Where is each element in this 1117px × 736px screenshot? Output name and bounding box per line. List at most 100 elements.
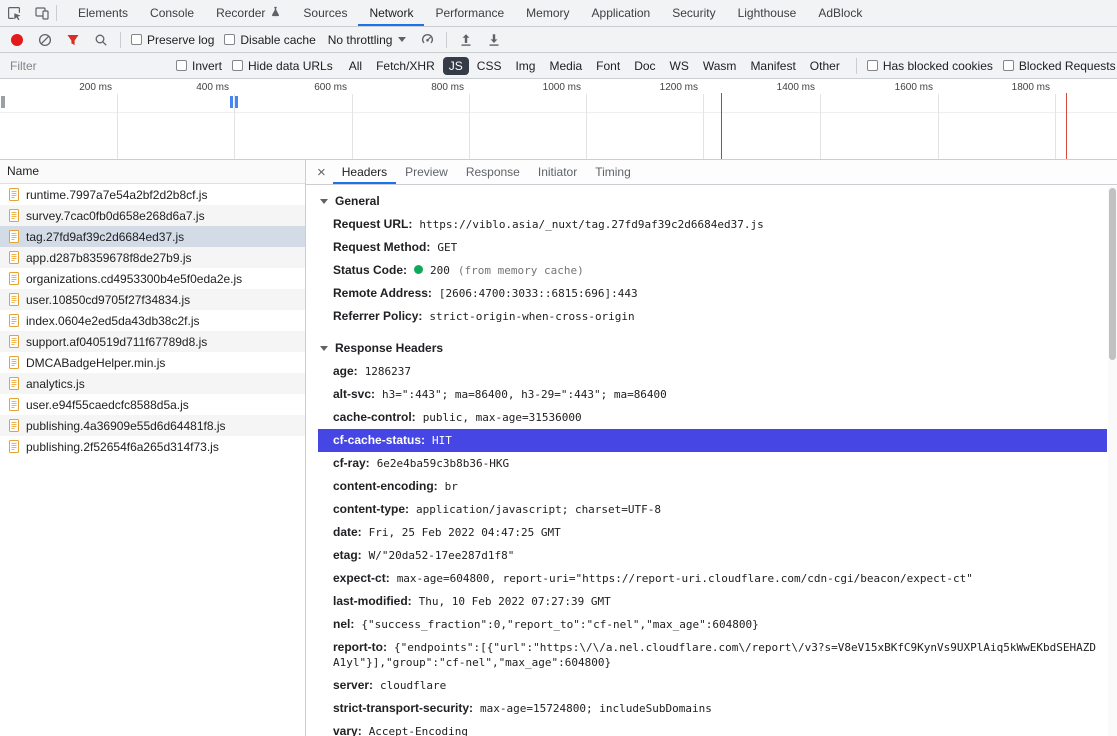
request-row[interactable]: app.d287b8359678f8de27b9.js [0,247,305,268]
vertical-scrollbar[interactable] [1108,186,1117,736]
timeline-divider [0,112,1117,113]
filter-input[interactable] [8,58,166,74]
tab-console[interactable]: Console [139,0,205,26]
has-blocked-cookies-checkbox[interactable]: Has blocked cookies [867,59,993,73]
details-tabs: Headers Preview Response Initiator Timin… [333,160,640,184]
header-name: report-to: [333,640,387,654]
filter-type-fetch-xhr[interactable]: Fetch/XHR [370,57,441,75]
request-rows: runtime.7997a7e54a2bf2d2b8cf.js survey.7… [0,184,305,457]
js-file-icon [8,230,20,243]
blocked-requests-checkbox[interactable]: Blocked Requests [1003,59,1116,73]
devtools-tab-label: Security [672,6,715,20]
filter-type-wasm[interactable]: Wasm [697,57,743,75]
devtools-tab-label: Sources [303,6,347,20]
device-toolbar-icon [34,5,50,21]
record-button[interactable] [8,31,26,49]
header-value: max-age=604800, report-uri="https://repo… [397,572,973,585]
tab-adblock[interactable]: AdBlock [807,0,873,26]
request-row[interactable]: user.10850cd9705f27f34834.js [0,289,305,310]
tab-network[interactable]: Network [358,0,424,26]
timeline-tick-label: 1600 ms [895,82,938,93]
scrollbar-thumb[interactable] [1109,188,1116,360]
header-row-cf-cache-status: cf-cache-status:HIT [318,429,1107,452]
filter-type-font[interactable]: Font [590,57,626,75]
request-row[interactable]: user.e94f55caedcfc8588d5a.js [0,394,305,415]
network-conditions-button[interactable] [418,31,436,49]
header-value: GET [437,241,457,254]
filter-type-img[interactable]: Img [509,57,541,75]
device-toolbar-button[interactable] [28,0,56,26]
close-details-button[interactable]: × [310,160,333,184]
timeline-activity-bar [1,96,5,108]
throttling-select[interactable]: No throttling [326,33,409,47]
response-headers-section-header[interactable]: Response Headers [318,336,1107,360]
tab-performance[interactable]: Performance [424,0,515,26]
timeline-tick-label: 1000 ms [543,82,586,93]
import-har-button[interactable] [457,31,475,49]
disable-cache-checkbox[interactable]: Disable cache [224,33,315,47]
header-name: date: [333,525,362,539]
tab-sources[interactable]: Sources [292,0,358,26]
filter-toggle-button[interactable] [64,31,82,49]
request-row[interactable]: tag.27fd9af39c2d6684ed37.js [0,226,305,247]
checkbox-box [232,60,243,71]
header-row-strict-transport-security: strict-transport-security:max-age=157248… [318,697,1107,720]
timeline-overview[interactable]: 200 ms400 ms600 ms800 ms1000 ms1200 ms14… [0,79,1117,160]
filter-type-manifest[interactable]: Manifest [744,57,801,75]
tab-application[interactable]: Application [581,0,662,26]
clear-button[interactable] [36,31,54,49]
js-file-icon [8,272,20,285]
blocked-requests-label: Blocked Requests [1019,59,1116,73]
request-row[interactable]: support.af040519d711f67789d8.js [0,331,305,352]
tab-elements[interactable]: Elements [67,0,139,26]
js-file-icon [8,356,20,369]
details-tab-initiator[interactable]: Initiator [529,160,586,184]
tab-memory[interactable]: Memory [515,0,580,26]
details-tab-timing[interactable]: Timing [586,160,640,184]
timeline-tick-label: 1800 ms [1012,82,1055,93]
name-column-header[interactable]: Name [0,160,305,184]
general-section-header[interactable]: General [318,189,1107,213]
filter-type-css[interactable]: CSS [471,57,508,75]
request-row[interactable]: organizations.cd4953300b4e5f0eda2e.js [0,268,305,289]
filter-type-other[interactable]: Other [804,57,846,75]
tab-lighthouse[interactable]: Lighthouse [727,0,808,26]
request-row[interactable]: DMCABadgeHelper.min.js [0,352,305,373]
tab-recorder[interactable]: Recorder [205,0,292,26]
timeline-tick-label: 400 ms [196,82,234,93]
devtools-tabbar: Elements Console Recorder Sources Networ… [0,0,1117,27]
header-row-content-type: content-type:application/javascript; cha… [318,498,1107,521]
request-row[interactable]: analytics.js [0,373,305,394]
preserve-log-checkbox[interactable]: Preserve log [131,33,214,47]
header-name: last-modified: [333,594,412,608]
request-row[interactable]: publishing.2f52654f6a265d314f73.js [0,436,305,457]
separator [56,5,57,21]
header-name: vary: [333,724,362,736]
invert-checkbox[interactable]: Invert [176,59,222,73]
request-row[interactable]: index.0604e2ed5da43db38c2f.js [0,310,305,331]
filter-type-media[interactable]: Media [543,57,588,75]
search-button[interactable] [92,31,110,49]
request-type-filters: AllFetch/XHRJSCSSImgMediaFontDocWSWasmMa… [343,57,846,75]
hide-data-urls-checkbox[interactable]: Hide data URLs [232,59,333,73]
details-tab-response[interactable]: Response [457,160,529,184]
details-tab-preview[interactable]: Preview [396,160,457,184]
status-dot-icon [414,265,423,274]
export-har-button[interactable] [485,31,503,49]
header-name: content-encoding: [333,479,438,493]
js-file-icon [8,335,20,348]
filter-type-js[interactable]: JS [443,57,469,75]
request-row[interactable]: publishing.4a36909e55d6d64481f8.js [0,415,305,436]
tab-security[interactable]: Security [661,0,726,26]
inspect-element-button[interactable] [0,0,28,26]
filter-type-ws[interactable]: WS [664,57,695,75]
response-header-rows: age:1286237 alt-svc:h3=":443"; ma=86400,… [318,360,1107,736]
header-row-status-code: Status Code:200(from memory cache) [318,259,1107,282]
request-row[interactable]: runtime.7997a7e54a2bf2d2b8cf.js [0,184,305,205]
header-row-cf-ray: cf-ray:6e2e4ba59c3b8b36-HKG [318,452,1107,475]
filter-type-doc[interactable]: Doc [628,57,661,75]
request-row[interactable]: survey.7cac0fb0d658e268d6a7.js [0,205,305,226]
js-file-icon [8,314,20,327]
details-tab-headers[interactable]: Headers [333,160,396,184]
filter-type-all[interactable]: All [343,57,368,75]
